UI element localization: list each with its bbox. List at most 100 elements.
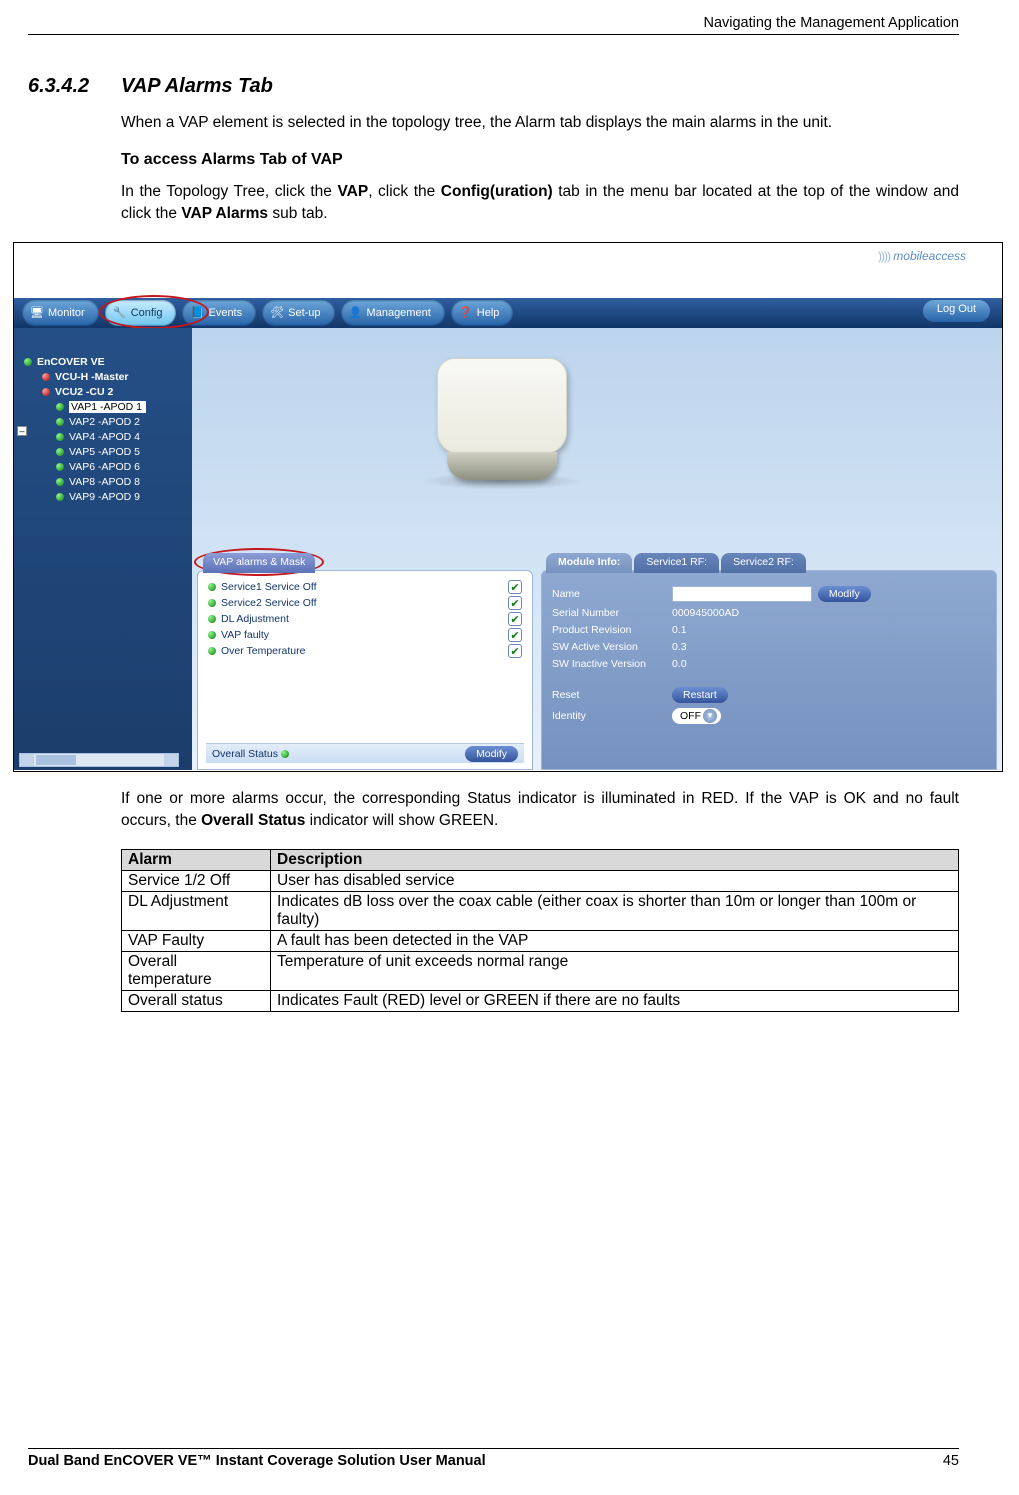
alarm-row: Over Temperature✔ [206,643,524,659]
alarm-checkbox[interactable]: ✔ [508,580,522,594]
status-dot-icon [42,373,50,381]
tab-management[interactable]: 👤Management [341,300,445,326]
chevron-down-icon: ▾ [703,709,717,723]
modify-button[interactable]: Modify [465,746,518,762]
brand-bar: )))) mobileaccess [14,243,1002,298]
collapse-icon[interactable]: – [17,426,27,436]
identity-dropdown[interactable]: OFF▾ [672,708,721,724]
name-input[interactable] [672,586,812,602]
status-dot-icon [42,388,50,396]
status-dot-icon [208,583,216,591]
alarm-row: DL Adjustment✔ [206,611,524,627]
alarm-row: Service1 Service Off✔ [206,579,524,595]
scroll-thumb[interactable] [36,755,76,765]
tree-vcu-master[interactable]: VCU-H -Master [38,369,186,384]
name-label: Name [552,588,672,600]
tree-root[interactable]: EnCOVER VE [20,354,186,369]
user-icon: 👤 [349,306,363,320]
section-title: VAP Alarms Tab [121,75,273,97]
serial-value: 000945000AD [672,607,739,619]
tree-vap5[interactable]: VAP5 -APOD 5 [52,444,186,459]
wrench-icon: 🔧 [113,306,127,320]
th-description: Description [271,849,959,870]
tab-config[interactable]: 🔧Config [105,300,177,326]
tab-service2-rf[interactable]: Service2 RF: [721,553,806,573]
tab-service1-rf[interactable]: Service1 RF: [634,553,719,573]
tab-monitor[interactable]: 🖥Monitor [22,300,99,326]
monitor-icon: 🖥 [30,306,44,320]
paragraph-3: If one or more alarms occur, the corresp… [121,788,959,831]
status-dot-icon [208,615,216,623]
status-dot-icon [281,750,289,758]
alarm-row: Service2 Service Off✔ [206,595,524,611]
tree-vap6[interactable]: VAP6 -APOD 6 [52,459,186,474]
alarms-table: AlarmDescription Service 1/2 OffUser has… [121,849,959,1012]
tree-vap2[interactable]: VAP2 -APOD 2 [52,414,186,429]
sw-active-value: 0.3 [672,641,687,653]
alarm-checkbox[interactable]: ✔ [508,644,522,658]
table-cell: Overall status [122,990,271,1011]
alarms-panel: VAP alarms & Mask Service1 Service Off✔ … [197,570,533,770]
status-dot-icon [24,358,32,366]
sw-inactive-value: 0.0 [672,658,687,670]
header-rule [28,34,959,35]
help-icon: ❓ [459,306,473,320]
tab-setup[interactable]: 🛠Set-up [262,300,334,326]
status-dot-icon [208,599,216,607]
status-dot-icon [56,463,64,471]
table-cell: A fault has been detected in the VAP [271,930,959,951]
modify-button[interactable]: Modify [818,586,871,602]
table-cell: User has disabled service [271,870,959,891]
restart-button[interactable]: Restart [672,687,728,703]
sw-active-label: SW Active Version [552,641,672,653]
alarm-checkbox[interactable]: ✔ [508,628,522,642]
paragraph-2: In the Topology Tree, click the VAP, cli… [121,181,959,224]
status-dot-icon [56,478,64,486]
alarms-subtab[interactable]: VAP alarms & Mask [203,553,315,573]
menu-bar: 🖥Monitor 🔧Config 📘Events 🛠Set-up 👤Manage… [14,298,1002,328]
alarm-checkbox[interactable]: ✔ [508,596,522,610]
table-cell: Service 1/2 Off [122,870,271,891]
tools-icon: 🛠 [270,306,284,320]
alarm-checkbox[interactable]: ✔ [508,612,522,626]
tree-vap8[interactable]: VAP8 -APOD 8 [52,474,186,489]
paragraph-1: When a VAP element is selected in the to… [121,112,959,133]
reset-label: Reset [552,689,672,701]
tree-vap9[interactable]: VAP9 -APOD 9 [52,489,186,504]
text: , click the [368,183,441,200]
text-bold: VAP [337,183,368,200]
status-dot-icon [56,448,64,456]
status-dot-icon [56,493,64,501]
tab-help[interactable]: ❓Help [451,300,514,326]
table-cell: DL Adjustment [122,891,271,930]
page-number: 45 [943,1453,959,1469]
tree-vap4[interactable]: VAP4 -APOD 4 [52,429,186,444]
device-illustration [412,352,592,512]
text: In the Topology Tree, click the [121,183,337,200]
scrollbar[interactable] [19,753,179,767]
arrow-right-icon[interactable] [164,754,178,766]
book-icon: 📘 [190,306,204,320]
tree-vap1[interactable]: VAP1 -APOD 1 [52,399,186,414]
page-footer: Dual Band EnCOVER VE™ Instant Coverage S… [28,1448,959,1469]
module-info-panel: Module Info: Service1 RF: Service2 RF: N… [541,570,997,770]
table-cell: Indicates Fault (RED) level or GREEN if … [271,990,959,1011]
tab-events[interactable]: 📘Events [182,300,256,326]
product-rev-label: Product Revision [552,624,672,636]
logout-button[interactable]: Log Out [923,300,990,322]
table-cell: VAP Faulty [122,930,271,951]
status-dot-icon [56,433,64,441]
text-bold: Config(uration) [441,183,553,200]
section-heading: 6.3.4.2VAP Alarms Tab [28,75,959,98]
table-cell: Overall temperature [122,951,271,990]
screenshot: )))) mobileaccess 🖥Monitor 🔧Config 📘Even… [13,242,1003,772]
identity-label: Identity [552,710,672,722]
footer-title: Dual Band EnCOVER VE™ Instant Coverage S… [28,1453,486,1469]
table-cell: Temperature of unit exceeds normal range [271,951,959,990]
status-dot-icon [208,647,216,655]
tab-module-info[interactable]: Module Info: [546,553,632,573]
arrow-left-icon[interactable] [20,754,34,766]
tree-vcu2[interactable]: VCU2 -CU 2 [38,384,186,399]
th-alarm: Alarm [122,849,271,870]
text-bold: VAP Alarms [181,205,268,222]
